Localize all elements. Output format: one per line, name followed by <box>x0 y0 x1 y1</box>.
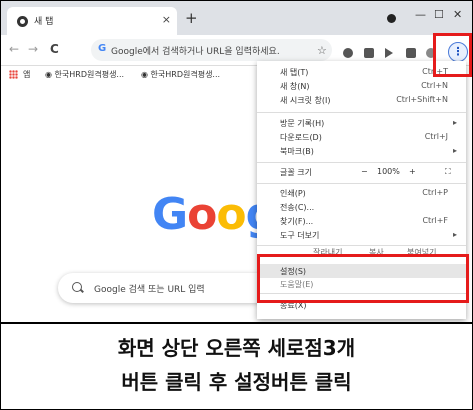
menu-zoom-row: 글꼴 크기 − 100% + ⛶ <box>257 167 466 179</box>
search-icon <box>72 282 82 292</box>
google-g-icon: G <box>98 43 107 54</box>
reload-button[interactable]: C <box>50 42 59 56</box>
omnibox[interactable]: G Google에서 검색하거나 URL을 입력하세요. <box>91 39 332 61</box>
zoom-in-button[interactable]: + <box>409 167 416 176</box>
highlight-menu-button-box <box>433 33 472 77</box>
play-extension-icon[interactable] <box>385 48 393 58</box>
apps-shortcut[interactable]: 앱 <box>23 69 30 80</box>
zoom-value: 100% <box>377 167 400 176</box>
menu-item-print[interactable]: 인쇄(P) Ctrl+P <box>257 188 466 200</box>
menu-item-history[interactable]: 방문 기록(H) ▸ <box>257 118 466 130</box>
tab-new-tab[interactable]: 새 탭 × <box>7 7 177 35</box>
caption-line-2: 버튼 클릭 후 설정버튼 클릭 <box>121 370 352 394</box>
menu-item-bookmarks[interactable]: 북마크(B) ▸ <box>257 146 466 158</box>
tab-strip: 새 탭 × + — ☐ ✕ <box>1 1 472 35</box>
apps-grid-icon[interactable] <box>9 70 18 79</box>
caption-line-1: 화면 상단 오른쪽 세로점3개 <box>117 336 356 360</box>
screenshot-frame: 새 탭 × + — ☐ ✕ ← → C G Google에서 검색하거나 URL… <box>0 0 473 410</box>
menu-item-downloads[interactable]: 다운로드(D) Ctrl+J <box>257 132 466 144</box>
fullscreen-icon[interactable]: ⛶ <box>445 167 451 177</box>
forward-button[interactable]: → <box>28 42 38 56</box>
tab-close-icon[interactable]: × <box>162 13 171 26</box>
omnibox-placeholder: Google에서 검색하거나 URL을 입력하세요. <box>111 47 280 57</box>
chrome-icon <box>17 16 28 27</box>
menu-separator <box>257 183 466 184</box>
menu-separator <box>257 112 466 113</box>
profile-icon[interactable] <box>387 14 396 23</box>
puzzle-extensions-icon[interactable] <box>406 48 416 58</box>
menu-item-new-window[interactable]: 새 창(N) Ctrl+N <box>257 81 466 93</box>
bookmark-star-icon[interactable]: ☆ <box>317 44 327 57</box>
menu-separator <box>257 245 466 246</box>
menu-item-more-tools[interactable]: 도구 더보기 ▸ <box>257 230 466 242</box>
new-tab-button[interactable]: + <box>185 9 198 27</box>
instruction-caption: 화면 상단 오른쪽 세로점3개 버튼 클릭 후 설정버튼 클릭 <box>1 322 472 409</box>
extension-icon[interactable] <box>364 48 374 58</box>
menu-item-incognito[interactable]: 새 시크릿 창(I) Ctrl+Shift+N <box>257 95 466 107</box>
maximize-button[interactable]: ☐ <box>434 8 444 21</box>
back-button[interactable]: ← <box>9 42 19 56</box>
tab-title: 새 탭 <box>34 17 54 27</box>
minimize-button[interactable]: — <box>415 8 426 21</box>
menu-separator <box>257 162 466 163</box>
bookmark-item[interactable]: ◉ 한국HRD원격평생... <box>141 69 220 80</box>
zoom-out-button[interactable]: − <box>361 167 368 176</box>
search-placeholder: Google 검색 또는 URL 입력 <box>94 285 205 295</box>
menu-item-cast[interactable]: 전송(C)... <box>257 202 466 214</box>
bookmark-item[interactable]: ◉ 한국HRD원격평생... <box>45 69 124 80</box>
zoom-label: 글꼴 크기 <box>280 168 312 177</box>
highlight-settings-box <box>257 254 469 303</box>
bookmark-label: 한국HRD원격평생... <box>54 70 125 79</box>
menu-item-find[interactable]: 찾기(F)... Ctrl+F <box>257 216 466 228</box>
bookmark-label: 한국HRD원격평생... <box>150 70 221 79</box>
extension-icon[interactable] <box>343 48 353 58</box>
close-window-button[interactable]: ✕ <box>453 8 462 21</box>
